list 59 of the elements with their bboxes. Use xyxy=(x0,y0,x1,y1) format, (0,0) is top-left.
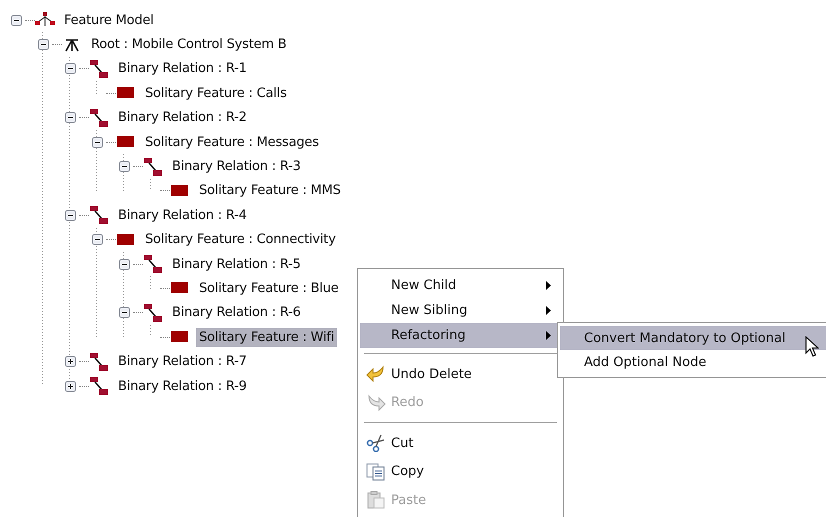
collapse-toggle[interactable] xyxy=(118,258,130,270)
submenu-arrow-icon xyxy=(546,331,551,340)
tree-item[interactable]: Solitary Feature : Connectivity xyxy=(142,230,339,250)
collapse-toggle[interactable] xyxy=(38,39,48,50)
tree-icon xyxy=(35,12,55,28)
menu-item[interactable]: New Child xyxy=(360,273,561,298)
collapse-toggle[interactable] xyxy=(10,14,22,26)
submenu-arrow-icon xyxy=(546,306,551,315)
copy-icon xyxy=(366,462,386,481)
tree-item[interactable]: Binary Relation : R-3 xyxy=(169,157,304,176)
collapse-toggle[interactable] xyxy=(64,210,76,221)
menu-item[interactable]: Copy xyxy=(360,458,561,486)
collapse-toggle[interactable] xyxy=(92,234,102,246)
collapse-toggle[interactable] xyxy=(64,112,76,124)
submenu-arrow-icon xyxy=(546,281,551,290)
tree-item[interactable]: Solitary Feature : Blue xyxy=(196,278,342,298)
undo-arrow-icon xyxy=(366,365,386,384)
tree-item[interactable]: Solitary Feature : Messages xyxy=(142,132,322,152)
clipboard-icon xyxy=(366,491,386,510)
menu-item[interactable]: Undo Delete xyxy=(360,360,561,388)
collapse-toggle[interactable] xyxy=(118,307,130,318)
tree-item[interactable]: Binary Relation : R-9 xyxy=(115,376,250,396)
collapse-toggle[interactable] xyxy=(118,161,130,172)
relation-icon xyxy=(143,304,163,322)
relation-icon xyxy=(89,377,109,396)
relation-icon xyxy=(89,60,109,78)
relation-icon xyxy=(89,352,109,371)
collapse-toggle[interactable] xyxy=(92,136,102,148)
tree-item[interactable]: Solitary Feature : MMS xyxy=(196,181,344,200)
tree-item[interactable]: Solitary Feature : Calls xyxy=(142,84,290,103)
mouse-pointer-icon xyxy=(805,336,819,358)
relation-icon xyxy=(143,255,163,274)
redo-arrow-icon xyxy=(366,394,386,412)
menu-item[interactable]: Convert Mandatory to Optional xyxy=(560,326,826,350)
menu-item[interactable]: New Sibling xyxy=(360,298,561,323)
feature-icon xyxy=(170,331,190,344)
scissors-icon xyxy=(366,434,386,452)
feature-icon xyxy=(116,136,136,148)
menu-item[interactable]: Add Optional Node xyxy=(560,350,826,374)
expand-toggle[interactable] xyxy=(64,380,76,392)
tree-item[interactable]: Binary Relation : R-2 xyxy=(115,108,250,128)
feature-icon xyxy=(170,282,190,294)
relation-icon xyxy=(143,158,163,176)
relation-icon xyxy=(89,206,109,224)
collapse-toggle[interactable] xyxy=(64,63,76,74)
menu-item[interactable]: Cut xyxy=(360,429,561,458)
relation-icon xyxy=(89,108,109,127)
feature-icon xyxy=(170,184,190,197)
expand-toggle[interactable] xyxy=(64,356,76,368)
tree-item[interactable]: Binary Relation : R-4 xyxy=(115,206,250,225)
feature-icon xyxy=(116,234,136,246)
tree-item[interactable]: Binary Relation : R-6 xyxy=(169,303,304,322)
tree-item[interactable]: Binary Relation : R-7 xyxy=(115,352,250,372)
tree-item[interactable]: Binary Relation : R-1 xyxy=(115,59,250,78)
tree-item[interactable]: Feature Model xyxy=(61,10,157,30)
feature-icon xyxy=(116,87,136,100)
tree-item[interactable]: Binary Relation : R-5 xyxy=(169,254,304,274)
tree-item[interactable]: Solitary Feature : Wifi xyxy=(196,328,338,347)
tree-item[interactable]: Root : Mobile Control System B xyxy=(88,35,290,54)
